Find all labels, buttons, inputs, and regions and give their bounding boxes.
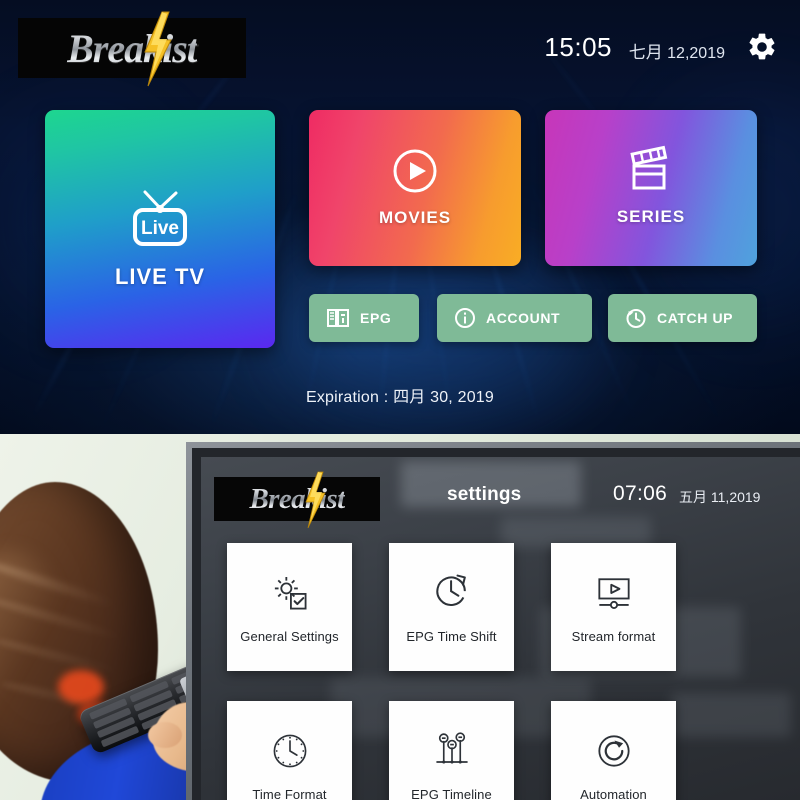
play-circle-icon <box>393 149 437 193</box>
settings-card-label: Stream format <box>571 628 656 644</box>
analog-clock-icon <box>273 734 306 767</box>
button-catch-up[interactable]: CATCH UP <box>608 294 757 342</box>
button-catch-up-label: CATCH UP <box>657 310 734 326</box>
tile-series-label: SERIES <box>616 207 686 226</box>
settings-card-label: General Settings <box>240 628 339 644</box>
settings-card-label: EPG Timeline <box>411 786 492 800</box>
lightning-bolt-icon <box>305 471 326 529</box>
settings-date-rest: 11,2019 <box>710 489 761 505</box>
tv-screen: Breakist settings 07:06 五月 11,2019 Gener… <box>201 457 800 800</box>
book-info-icon <box>327 309 349 327</box>
settings-button[interactable] <box>746 31 778 63</box>
screenshot-root: Breakist 15:05 七月 12,2019 Live LIVE TV M… <box>0 0 800 800</box>
settings-card-label: Automation <box>580 786 647 800</box>
info-circle-icon <box>455 308 475 328</box>
gear-icon <box>749 33 775 60</box>
button-account-label: ACCOUNT <box>486 310 561 326</box>
live-tv-icon: Live <box>133 190 187 246</box>
settings-brand-logo-text: Breakist <box>249 482 345 515</box>
tile-movies[interactable]: MOVIES <box>309 110 521 266</box>
settings-card-stream-format[interactable]: Stream format <box>551 543 676 671</box>
person-ear <box>58 670 104 704</box>
tile-live-tv-label: LIVE TV <box>114 264 206 289</box>
brand-logo-text: Breakist <box>67 25 198 71</box>
clock-rewind-icon <box>626 309 646 328</box>
svg-text:Live: Live <box>141 218 179 239</box>
lifestyle-photo: Breakist settings 07:06 五月 11,2019 Gener… <box>0 434 800 800</box>
settings-date-month: 五月 <box>679 489 707 505</box>
brand-logo: Breakist <box>18 11 246 87</box>
settings-card-epg-time-shift[interactable]: EPG Time Shift <box>389 543 514 671</box>
settings-card-general-settings[interactable]: General Settings <box>227 543 352 671</box>
refresh-circle-icon <box>597 734 630 767</box>
settings-title: settings <box>447 484 522 505</box>
settings-card-label: Time Format <box>252 786 327 800</box>
clock-arrow-icon <box>435 574 466 606</box>
home-clock: 15:05 <box>544 32 612 62</box>
settings-card-epg-timeline[interactable]: EPG Timeline <box>389 701 514 800</box>
person-thumb <box>148 722 182 748</box>
settings-card-time-format[interactable]: Time Format <box>227 701 352 800</box>
settings-date: 五月 11,2019 <box>679 487 760 507</box>
settings-card-automation[interactable]: Automation <box>551 701 676 800</box>
tile-movies-label: MOVIES <box>378 208 452 227</box>
home-date: 七月 12,2019 <box>629 38 725 63</box>
home-date-rest: 12,2019 <box>667 45 725 62</box>
button-epg-label: EPG <box>360 310 392 326</box>
settings-card-label: EPG Time Shift <box>406 628 497 644</box>
clapperboard-icon <box>630 145 668 190</box>
video-slider-icon <box>597 577 630 609</box>
button-account[interactable]: ACCOUNT <box>437 294 592 342</box>
gear-checkbox-icon <box>274 576 306 609</box>
button-epg[interactable]: EPG <box>309 294 419 342</box>
timeline-markers-icon <box>435 731 468 764</box>
home-date-month: 七月 <box>628 43 663 62</box>
tile-series[interactable]: SERIES <box>545 110 757 266</box>
iptv-home-screen: Breakist 15:05 七月 12,2019 Live LIVE TV M… <box>0 0 800 434</box>
home-header: Breakist 15:05 七月 12,2019 <box>0 0 800 92</box>
tile-live-tv[interactable]: Live LIVE TV <box>45 110 275 348</box>
settings-clock: 07:06 <box>613 482 668 505</box>
settings-card-grid: General Settings EPG Time Shift Stream f… <box>227 543 773 800</box>
expiration-text: Expiration : 四月 30, 2019 <box>305 389 494 406</box>
settings-brand-logo: Breakist <box>214 471 380 529</box>
